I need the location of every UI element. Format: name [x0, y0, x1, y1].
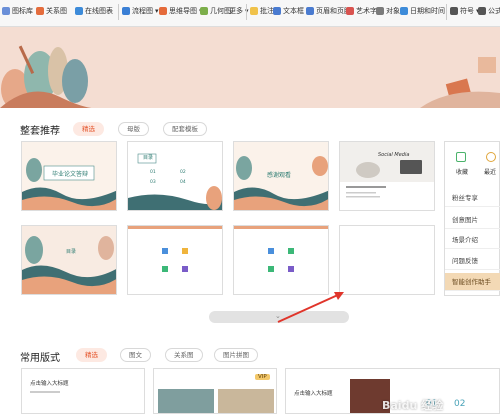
tab-layout-featured[interactable]: 精选 [76, 348, 107, 362]
comment-icon [250, 7, 258, 15]
template-thumbnail-social-media[interactable]: Social Media [339, 141, 435, 211]
card-subtitle-line [30, 391, 60, 393]
object-button[interactable]: 对象 [376, 4, 400, 18]
tab-matching-template[interactable]: 配套模板 [163, 122, 207, 136]
template-thumbnail-contents-2[interactable]: 目录 [21, 225, 117, 295]
template-thumbnail-graduation[interactable]: 毕业论文答辩 [21, 141, 117, 211]
contents-slide-preview [128, 142, 222, 210]
layout-card-title[interactable]: 点击输入大标题 [21, 368, 145, 414]
calendar-icon [400, 7, 408, 15]
recent-label[interactable]: 最近 [484, 167, 496, 176]
toolbar-divider [446, 4, 447, 20]
mindmap-icon [159, 7, 167, 15]
tab-layout-photo-collage[interactable]: 图片拼图 [214, 348, 258, 362]
flowchart-icon [122, 7, 130, 15]
toolbar-divider [118, 4, 119, 20]
ribbon-toolbar: 图标库 关系图 在线图表 流程图▾ 思维导图▾ 几何图 更多▾ 批注 文本框▾ … [0, 0, 500, 27]
side-item-scene-intro[interactable]: 场景介绍 [445, 231, 500, 249]
banner-illustration [0, 27, 500, 108]
contents-2-slide-preview [22, 226, 116, 294]
tab-layout-text-image[interactable]: 图文 [120, 348, 151, 362]
side-item-feedback[interactable]: 问题反馈 [445, 252, 500, 270]
chart-icon [75, 7, 83, 15]
header-footer-button[interactable]: 页眉和页脚 [306, 4, 351, 18]
date-time-button[interactable]: 日期和时间 [400, 4, 445, 18]
tab-featured[interactable]: 精选 [73, 122, 104, 136]
card-title: 点击输入大标题 [30, 381, 69, 387]
comment-button[interactable]: 批注 [250, 4, 274, 18]
side-item-creative-images[interactable]: 创意图片 [445, 211, 500, 229]
favorite-label[interactable]: 收藏 [456, 167, 468, 176]
wordart-icon [346, 7, 354, 15]
section-title-common-layouts: 常用版式 [20, 353, 60, 364]
slide-item-03: 03 [150, 180, 156, 185]
symbol-icon [450, 7, 458, 15]
side-item-fan-exclusive[interactable]: 粉丝专享 [445, 189, 500, 207]
textbox-button[interactable]: 文本框▾ [273, 4, 310, 18]
textbox-icon [273, 7, 281, 15]
dropdown-arrow-icon: ▾ [155, 7, 159, 15]
icon-library-button[interactable]: 图标库 [2, 4, 33, 18]
formula-icon [478, 7, 486, 15]
template-thumbnail-thanks[interactable]: 感谢观看 [233, 141, 329, 211]
tab-master[interactable]: 母版 [118, 122, 149, 136]
icon-library-icon [2, 7, 10, 15]
slide-item-04: 04 [180, 180, 186, 185]
relation-graph-button[interactable]: 关系图 [36, 4, 67, 18]
gallery-slide-preview [128, 226, 222, 294]
template-banner[interactable] [0, 27, 500, 108]
geometry-icon [200, 7, 208, 15]
mindmap-button[interactable]: 思维导图▾ [159, 4, 203, 18]
template-thumbnail-blank[interactable] [339, 225, 435, 295]
symbol-button[interactable]: 符号▾ [450, 4, 480, 18]
slide-title: Social Media [378, 152, 410, 158]
slide-header: 目录 [143, 155, 154, 161]
toolbar-divider [246, 4, 247, 20]
favorite-icon[interactable] [456, 152, 466, 162]
header-footer-icon [306, 7, 314, 15]
layout-card-vip[interactable]: VIP [153, 368, 277, 414]
geometry-button[interactable]: 几何图 [200, 4, 231, 18]
card-number-02: 02 [454, 399, 466, 409]
template-thumbnail-gallery-a[interactable] [127, 225, 223, 295]
tab-layout-relation[interactable]: 关系图 [165, 348, 203, 362]
flowchart-button[interactable]: 流程图 ▾ [122, 4, 159, 18]
vip-badge: VIP [255, 374, 270, 380]
section-title-recommended: 整套推荐 [20, 126, 60, 137]
annotation-arrow [277, 292, 344, 323]
card-title: 点击输入大标题 [294, 391, 333, 397]
slide-title: 毕业论文答辩 [52, 171, 89, 178]
object-icon [376, 7, 384, 15]
slide-item-01: 01 [150, 170, 156, 175]
slide-title: 目录 [66, 249, 77, 255]
recent-icon[interactable] [486, 152, 496, 162]
relation-graph-icon [36, 7, 44, 15]
formula-button[interactable]: 公式 [478, 4, 500, 18]
template-thumbnail-contents[interactable]: 目录 01 02 03 04 [127, 141, 223, 211]
side-item-ai-assistant[interactable]: 智能创作助手 [445, 273, 500, 291]
slide-item-02: 02 [180, 170, 186, 175]
watermark: Baidu 经验 [382, 399, 444, 412]
slide-title: 感谢观看 [267, 172, 292, 179]
online-chart-button[interactable]: 在线图表 [75, 4, 113, 18]
